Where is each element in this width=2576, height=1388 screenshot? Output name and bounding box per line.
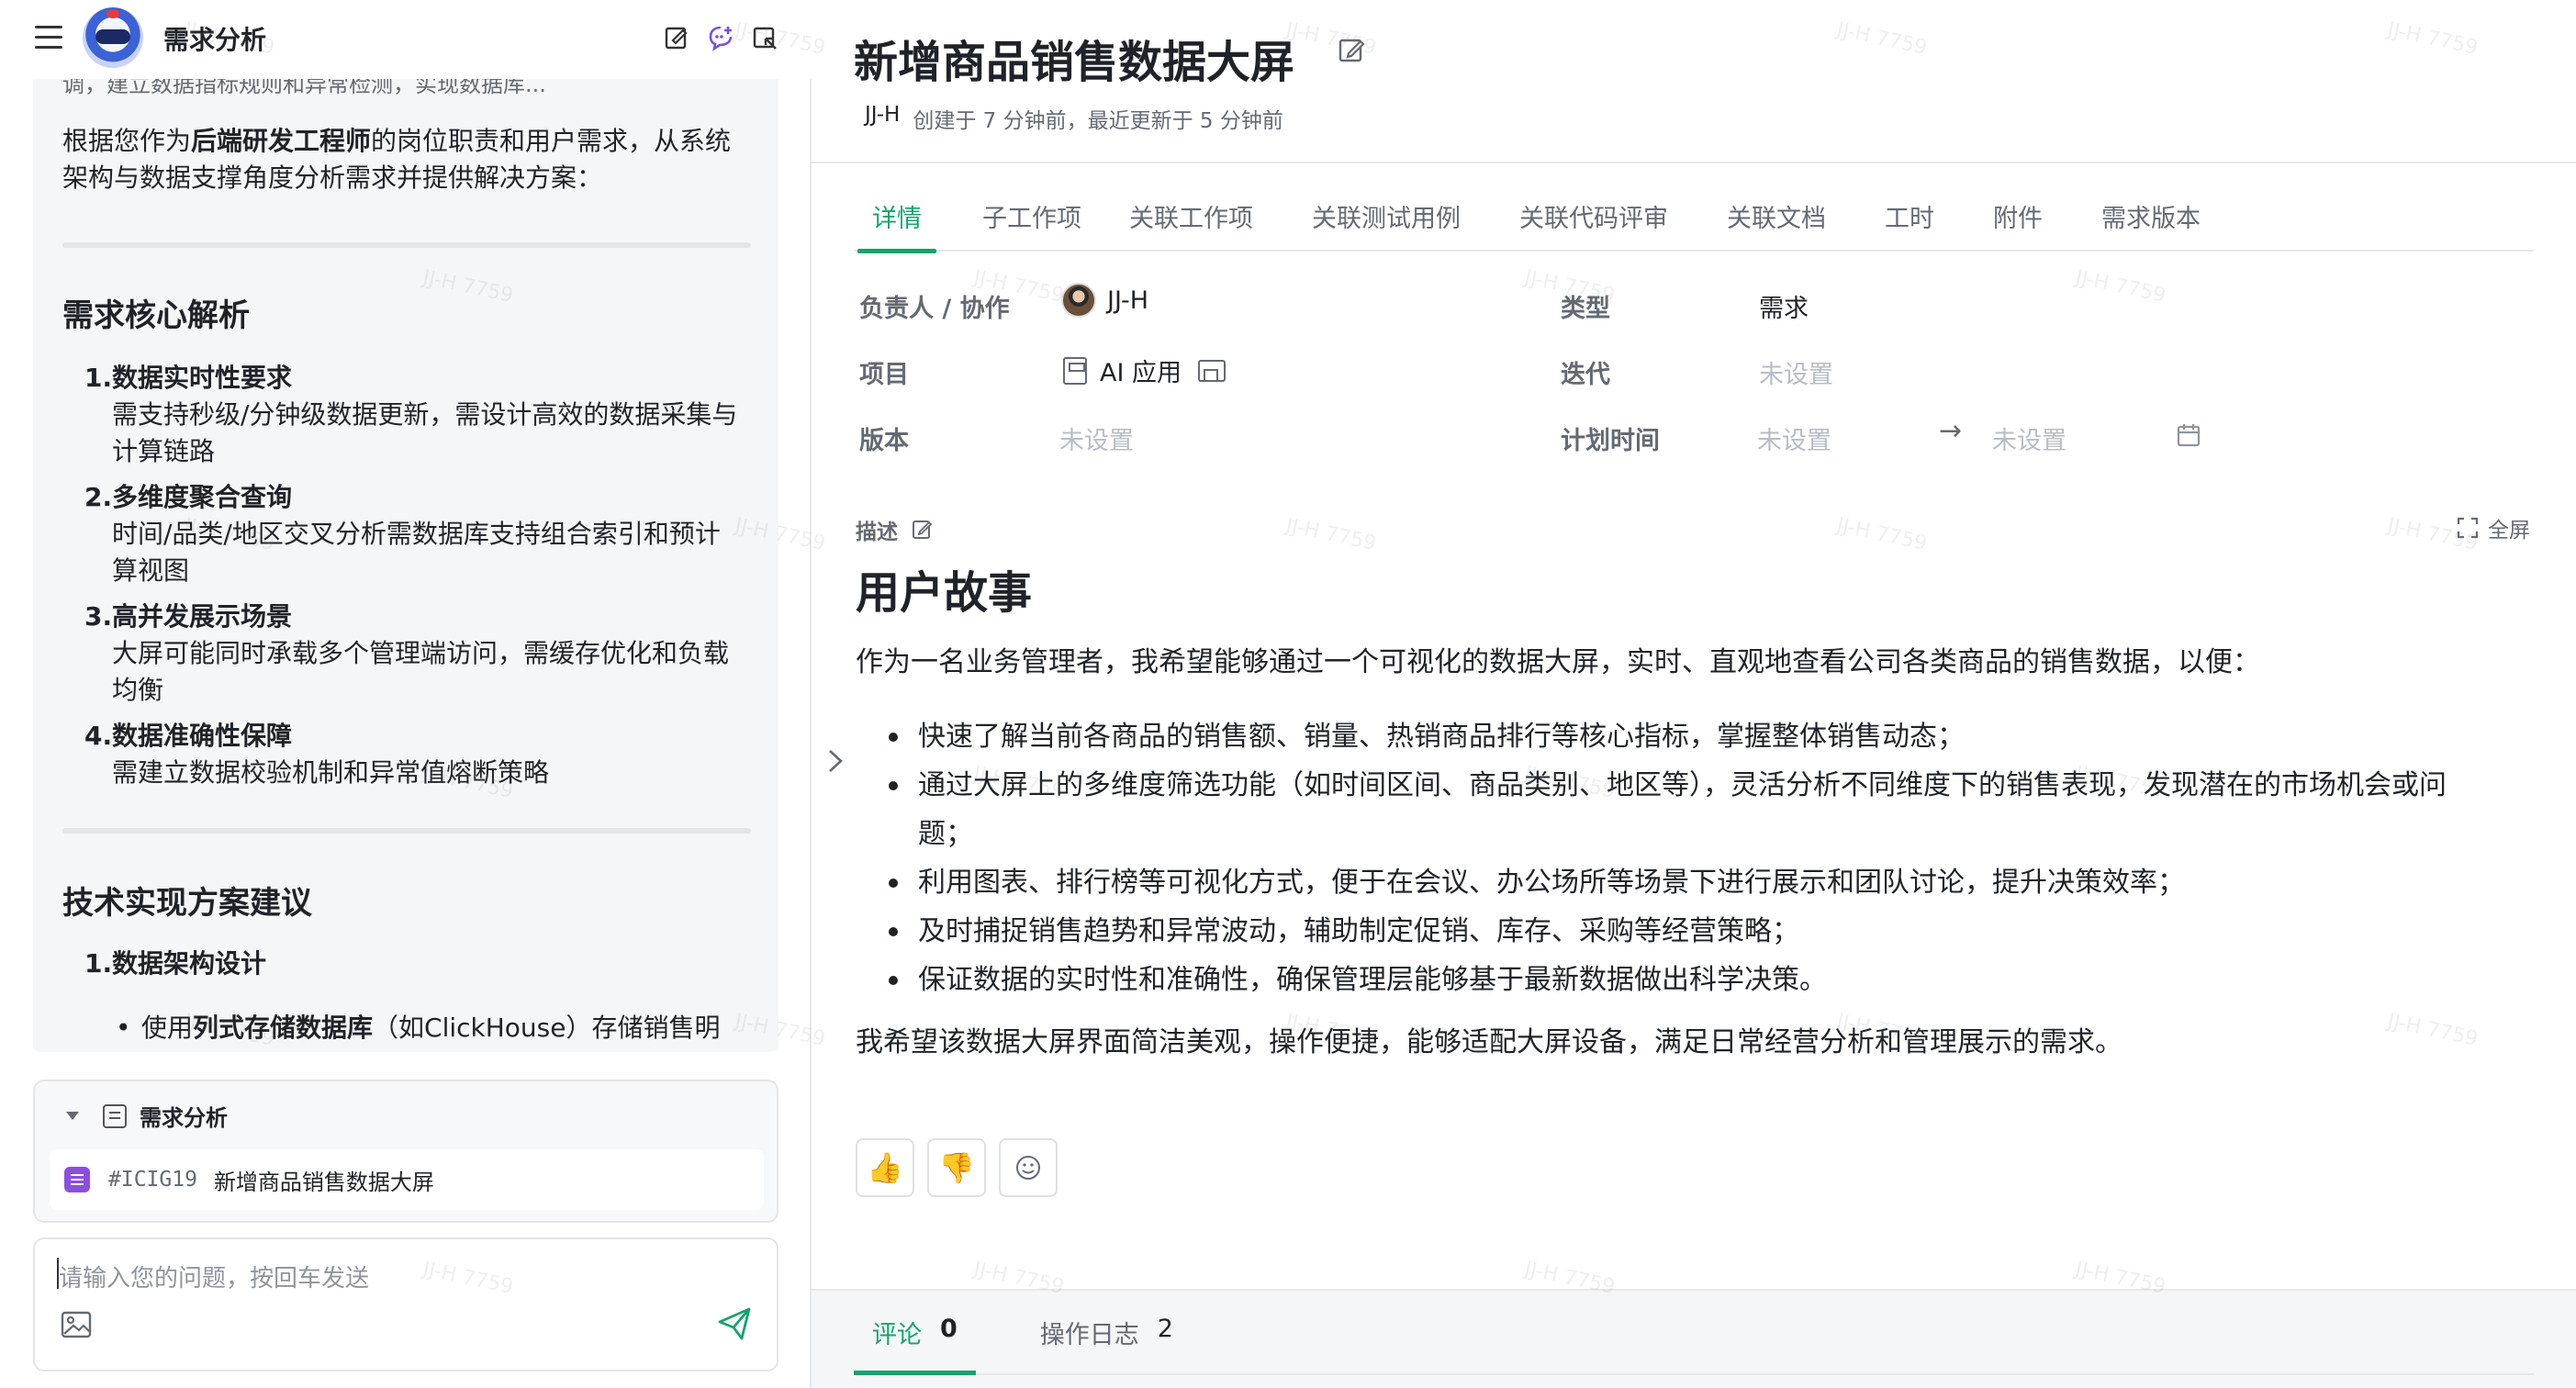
tab-worklog[interactable]: 工时 xyxy=(1885,189,1934,252)
type-value[interactable]: 需求 xyxy=(1759,288,1809,324)
divider xyxy=(812,162,2576,163)
section-title: 技术实现方案建议 xyxy=(62,885,312,922)
assistant-avatar xyxy=(83,7,143,68)
divider xyxy=(62,242,751,248)
description-bullet-list: 快速了解当前各商品的销售额、销量、热销商品排行等核心指标，掌握整体销售动态； 通… xyxy=(889,712,2449,1004)
solution-list: 1. 数据架构设计 xyxy=(84,946,745,991)
list-item: 利用图表、排行榜等可视化方式，便于在会议、办公场所等场景下进行展示和团队讨论，提… xyxy=(889,858,2449,907)
work-item-code: #ICIG19 xyxy=(108,1168,197,1192)
tab-linked-docs[interactable]: 关联文档 xyxy=(1727,189,1826,252)
plan-time-label: 计划时间 xyxy=(1561,427,1660,455)
type-label: 类型 xyxy=(1561,295,1610,323)
project-label: 项目 xyxy=(859,361,909,389)
assistant-header: 需求分析 xyxy=(0,0,812,79)
image-upload-icon[interactable] xyxy=(61,1309,94,1340)
section-title: 需求核心解析 xyxy=(62,297,250,334)
ai-assistant-panel: 需求分析 调，建立数据指标规则和异常检测，实现数据库... 根据您作为后端研发工… xyxy=(0,0,812,1388)
chevron-right-icon[interactable] xyxy=(821,747,848,775)
iteration-label: 迭代 xyxy=(1561,361,1610,389)
fullscreen-button[interactable]: 全屏 xyxy=(2457,512,2530,543)
fullscreen-icon xyxy=(2457,517,2479,539)
emoji-icon[interactable] xyxy=(999,1138,1058,1197)
assistant-title: 需求分析 xyxy=(163,25,267,55)
calendar-icon[interactable] xyxy=(2176,422,2201,448)
truncated-text: 调，建立数据指标规则和异常检测，实现数据库... xyxy=(62,79,546,97)
tab-versions[interactable]: 需求版本 xyxy=(2101,189,2201,252)
list-item: 保证数据的实时性和准确性，确保管理层能够基于最新数据做出科学决策。 xyxy=(889,956,2449,1004)
tab-comments[interactable]: 评论 0 xyxy=(854,1302,976,1375)
description-closing: 我希望该数据大屏界面简洁美观，操作便捷，能够适配大屏设备，满足日常经营分析和管理… xyxy=(856,1026,2122,1058)
tab-details[interactable]: 详情 xyxy=(857,189,936,253)
description-heading: 用户故事 xyxy=(856,567,1033,619)
requirement-list: 1. 数据实时性要求 需支持秒级/分钟级数据更新，需设计高效的数据采集与计算链路 2… xyxy=(84,360,745,800)
thumbs-up-icon[interactable]: 👍 xyxy=(856,1138,914,1197)
creator-name[interactable]: JJ-H xyxy=(865,103,900,134)
work-item-detail: 新增商品销售数据大屏 JJ-H 创建于 7 分钟前，最近更新于 5 分钟前 详情… xyxy=(812,0,2576,1388)
project-value[interactable]: AI 应用 xyxy=(1063,353,1226,388)
list-item: 1. 数据架构设计 xyxy=(84,948,267,979)
assignee-label: 负责人 / 协作 xyxy=(859,295,1010,323)
sub-bullet: 使用列式存储数据库（如ClickHouse）存储销售明 xyxy=(116,1010,778,1047)
send-icon[interactable] xyxy=(716,1305,753,1342)
avatar xyxy=(1061,283,1096,318)
version-label: 版本 xyxy=(859,427,909,455)
plan-end-value[interactable]: 未设置 xyxy=(1992,420,2066,456)
tab-linked-code-reviews[interactable]: 关联代码评审 xyxy=(1519,189,1668,252)
description-label: 描述 xyxy=(856,514,935,545)
tab-attachments[interactable]: 附件 xyxy=(1993,189,2043,252)
iteration-value[interactable]: 未设置 xyxy=(1759,354,1833,390)
reaction-bar: 👍 👎 xyxy=(856,1138,1058,1197)
tab-linked-tests[interactable]: 关联测试用例 xyxy=(1312,189,1461,252)
pin-window-icon[interactable] xyxy=(751,24,778,51)
assignee-value[interactable]: JJ-H xyxy=(1061,283,1148,318)
arrow-right-icon: → xyxy=(1939,415,1963,447)
menu-icon[interactable] xyxy=(35,26,62,50)
list-item: 1. 数据实时性要求 需支持秒级/分钟级数据更新，需设计高效的数据采集与计算链路 xyxy=(84,363,738,466)
project-icon xyxy=(1063,356,1087,385)
requirement-icon xyxy=(64,1167,90,1192)
work-item-title: 新增商品销售数据大屏 xyxy=(854,37,1295,88)
tab-linked-items[interactable]: 关联工作项 xyxy=(1129,189,1253,252)
chat-input-placeholder: 请输入您的问题，按回车发送 xyxy=(59,1265,370,1293)
reference-card-header[interactable]: 需求分析 xyxy=(66,1100,228,1132)
caret-down-icon[interactable] xyxy=(66,1112,79,1120)
chat-input-box[interactable]: 请输入您的问题，按回车发送 xyxy=(33,1237,778,1371)
list-item: 及时捕捉销售趋势和异常波动，辅助制定促销、库存、采购等经营策略； xyxy=(889,907,2449,956)
detail-tabs: 详情 子工作项 关联工作项 关联测试用例 关联代码评审 关联文档 工时 附件 需… xyxy=(854,189,2534,253)
tab-subtasks[interactable]: 子工作项 xyxy=(982,189,1081,252)
version-value[interactable]: 未设置 xyxy=(1059,420,1134,456)
intro-paragraph: 根据您作为后端研发工程师的岗位职责和用户需求，从系统架构与数据支撑角度分析需求并… xyxy=(62,126,732,193)
list-item: 快速了解当前各商品的销售额、销量、热销商品排行等核心指标，掌握整体销售动态； xyxy=(889,712,2449,761)
list-item: 4. 数据准确性保障 需建立数据校验机制和异常值熔断策略 xyxy=(84,721,550,788)
plan-start-value[interactable]: 未设置 xyxy=(1757,420,1831,456)
chat-message-area[interactable]: 调，建立数据指标规则和异常检测，实现数据库... 根据您作为后端研发工程师的岗位… xyxy=(33,79,778,1052)
work-item-meta: JJ-H 创建于 7 分钟前，最近更新于 5 分钟前 xyxy=(865,103,1283,134)
tab-operation-log[interactable]: 操作日志 2 xyxy=(1022,1302,1173,1373)
timestamps: 创建于 7 分钟前，最近更新于 5 分钟前 xyxy=(913,109,1283,133)
open-link-icon[interactable] xyxy=(1198,359,1226,382)
edit-note-icon[interactable] xyxy=(663,24,690,51)
divider xyxy=(62,828,751,834)
edit-description-icon[interactable] xyxy=(911,518,935,542)
new-chat-icon[interactable] xyxy=(707,24,734,51)
referenced-work-item[interactable]: #ICIG19 新增商品销售数据大屏 xyxy=(50,1149,764,1210)
list-item: 通过大屏上的多维度筛选功能（如时间区间、商品类别、地区等），灵活分析不同维度下的… xyxy=(889,761,2449,858)
reference-card: 需求分析 #ICIG19 新增商品销售数据大屏 xyxy=(33,1080,778,1223)
activity-tabs: 评论 0 操作日志 2 xyxy=(854,1302,2534,1375)
list-item: 3. 高并发展示场景 大屏可能同时承载多个管理端访问，需缓存优化和负载均衡 xyxy=(84,601,730,705)
work-item-name: 新增商品销售数据大屏 xyxy=(213,1169,434,1195)
checklist-icon xyxy=(103,1103,127,1128)
list-item: 2. 多维度聚合查询 时间/品类/地区交叉分析需数据库支持组合索引和预计算视图 xyxy=(84,482,721,586)
description-intro: 作为一名业务管理者，我希望能够通过一个可视化的数据大屏，实时、直观地查看公司各类… xyxy=(856,646,2260,678)
edit-title-icon[interactable] xyxy=(1337,35,1368,66)
thumbs-down-icon[interactable]: 👎 xyxy=(927,1138,986,1197)
